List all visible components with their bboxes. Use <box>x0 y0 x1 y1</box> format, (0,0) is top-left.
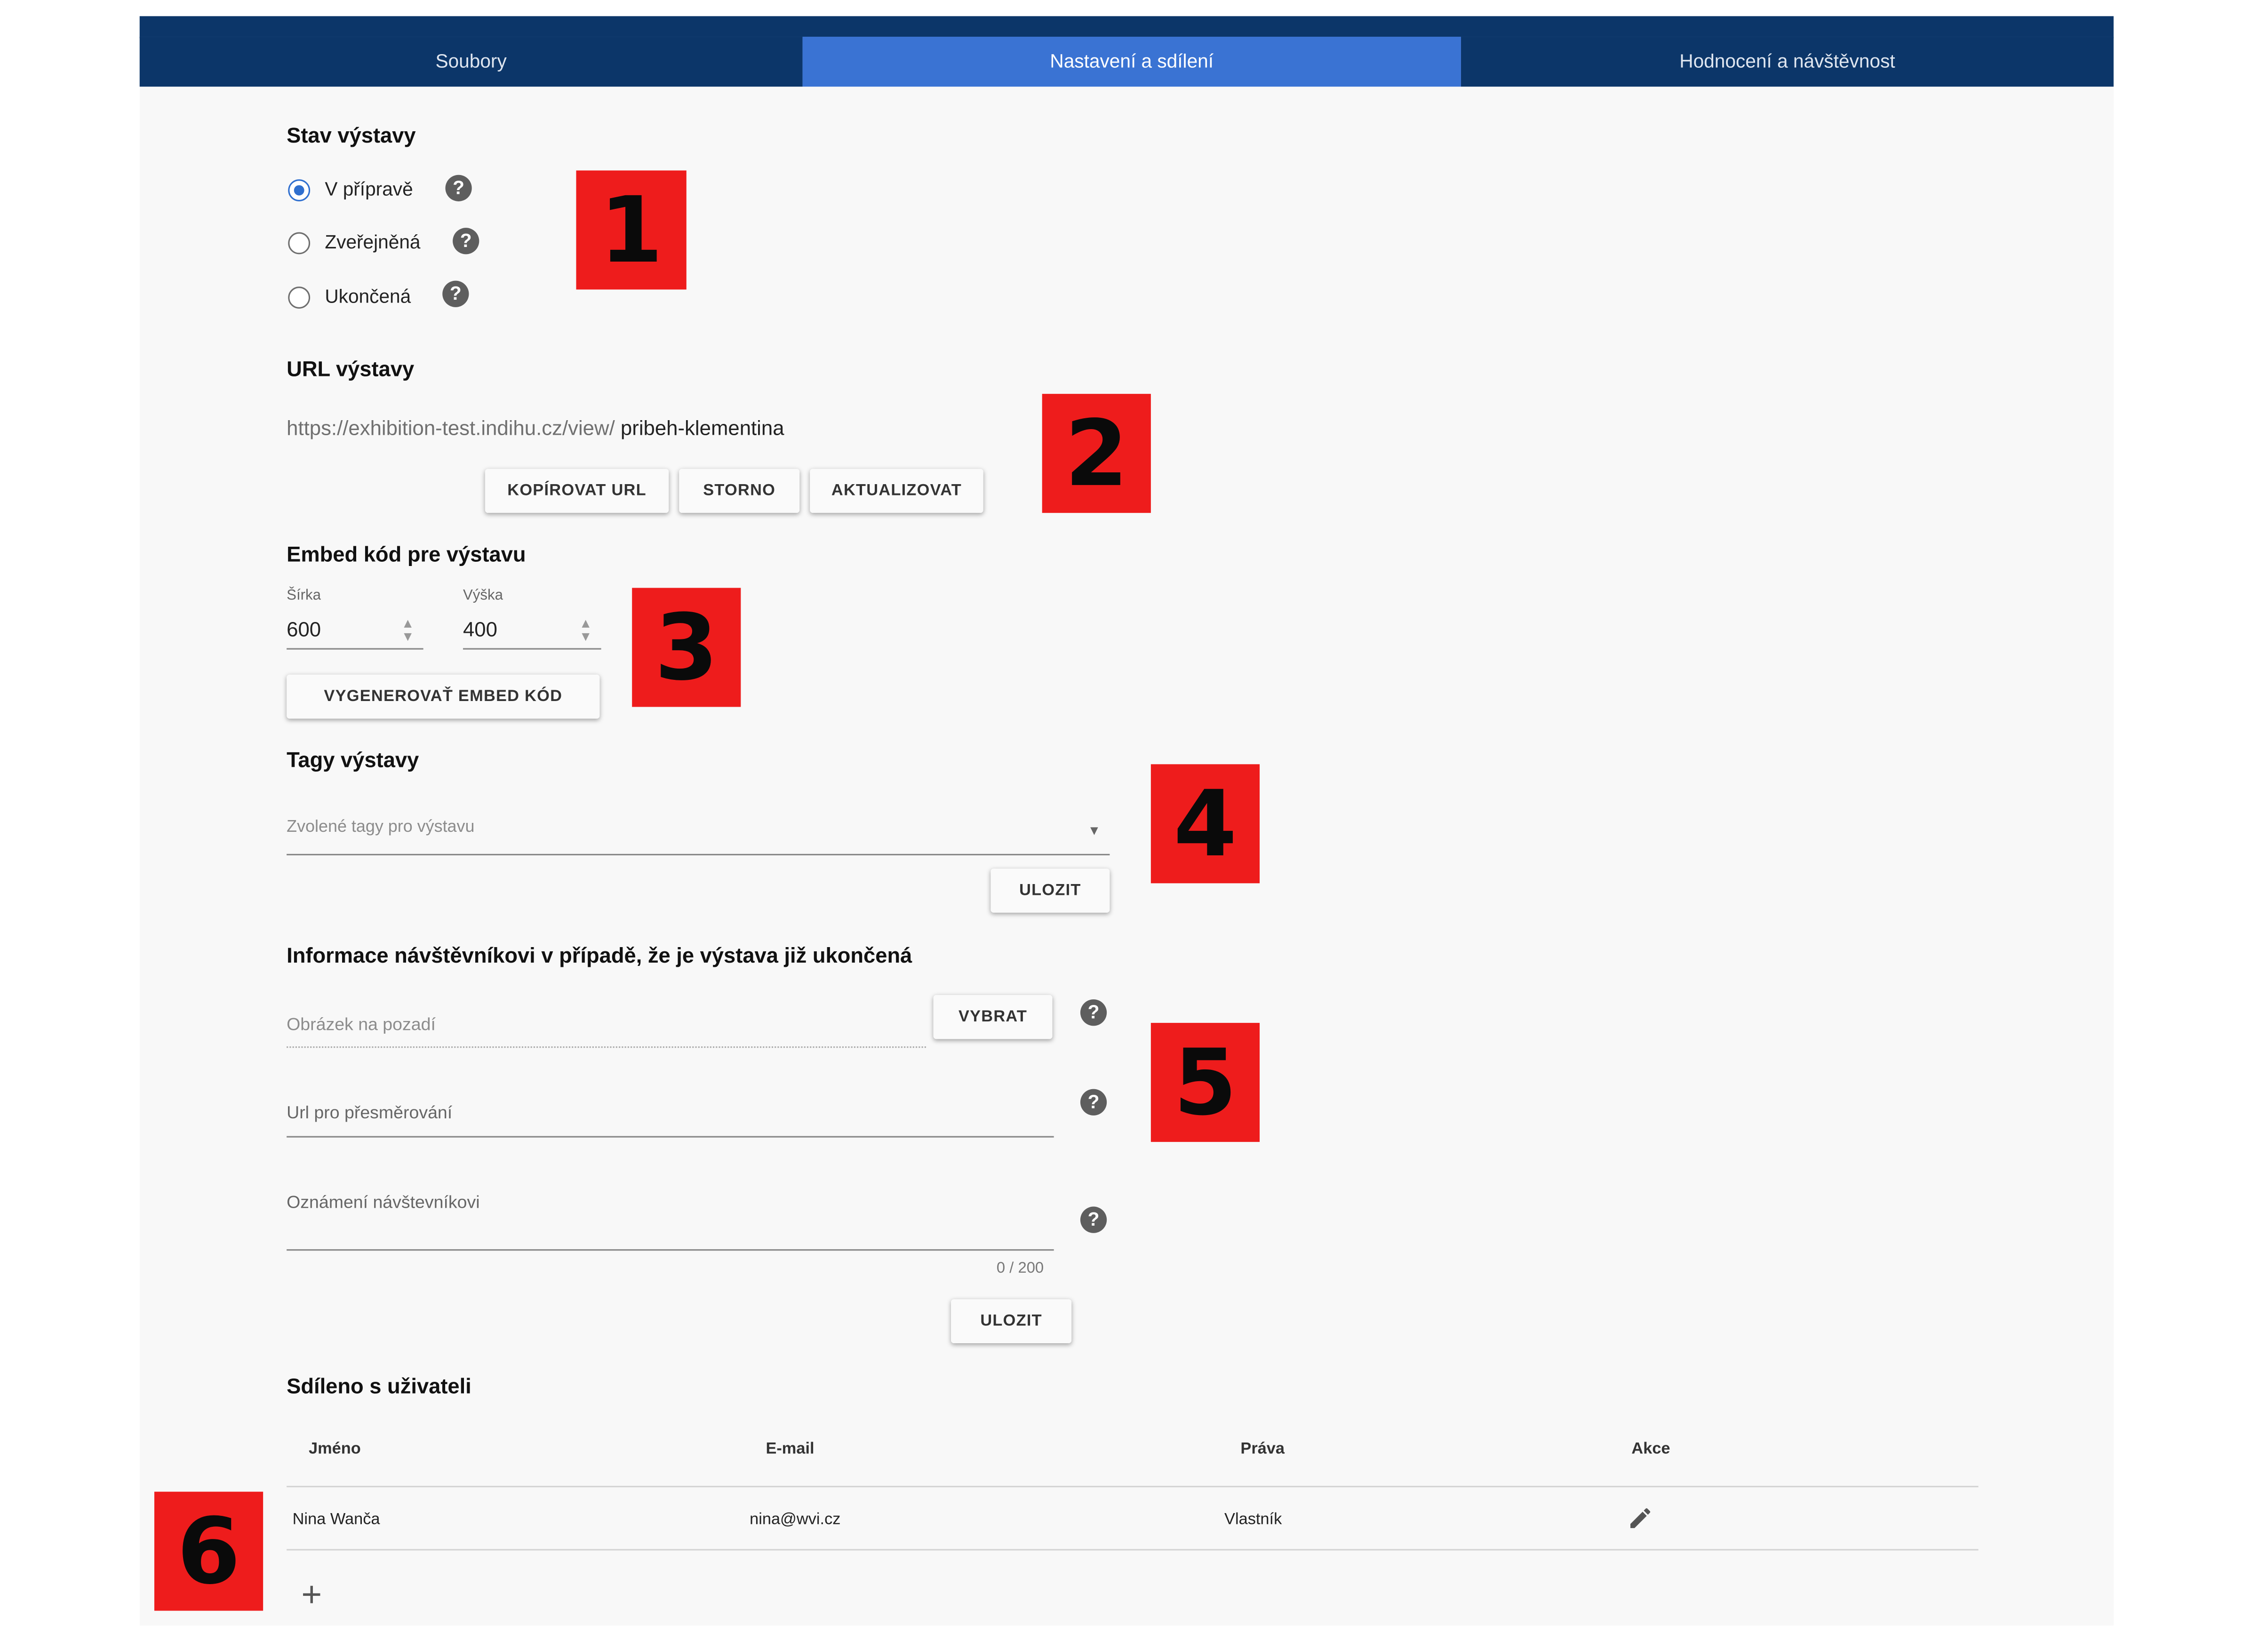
column-header-rights: Práva <box>1240 1440 1285 1458</box>
height-stepper-icon[interactable]: ▲ ▼ <box>579 616 592 644</box>
redirect-underline <box>287 1136 1054 1138</box>
generate-embed-button[interactable]: VYGENEROVAŤ EMBED KÓD <box>287 674 600 719</box>
column-header-email: E-mail <box>766 1440 815 1458</box>
embed-heading: Embed kód pre výstavu <box>287 543 526 567</box>
help-icon[interactable]: ? <box>442 280 469 307</box>
table-divider <box>287 1549 1979 1551</box>
tab-files[interactable]: Soubory <box>139 37 803 87</box>
callout-badge-2: 2 <box>1042 394 1151 513</box>
tab-ratings-traffic[interactable]: Hodnocení a návštěvnost <box>1461 37 2114 87</box>
notice-underline <box>287 1249 1054 1251</box>
character-counter: 0 / 200 <box>996 1259 1044 1277</box>
chevron-down-icon[interactable]: ▼ <box>1088 823 1101 837</box>
update-url-button[interactable]: AKTUALIZOVAT <box>810 469 983 513</box>
cancel-button[interactable]: STORNO <box>679 469 800 513</box>
tab-bar: Soubory Nastavení a sdílení Hodnocení a … <box>139 37 2114 87</box>
callout-badge-6: 6 <box>154 1491 264 1611</box>
url-heading: URL výstavy <box>287 359 415 383</box>
table-row: Nina Wanča nina@wvi.cz Vlastník <box>287 1487 1978 1549</box>
column-header-actions: Akce <box>1631 1440 1670 1458</box>
edit-pencil-icon[interactable] <box>1627 1505 1653 1531</box>
shared-heading: Sdíleno s uživateli <box>287 1375 471 1399</box>
status-label-preparing: V přípravě <box>325 177 413 200</box>
status-heading: Stav výstavy <box>287 125 416 149</box>
column-header-name: Jméno <box>308 1440 361 1458</box>
callout-badge-5: 5 <box>1150 1023 1260 1142</box>
info-heading: Informace návštěvníkovi v případě, že je… <box>287 945 912 969</box>
status-radio-preparing[interactable] <box>288 179 311 201</box>
url-display: https://exhibition-test.indihu.cz/view/ … <box>287 416 784 439</box>
help-icon[interactable]: ? <box>453 228 479 255</box>
embed-height-label: Výška <box>463 588 503 604</box>
user-email: nina@wvi.cz <box>750 1511 841 1529</box>
embed-height-input[interactable]: 400 <box>463 617 497 641</box>
visitor-notice-field[interactable]: Oznámení návštevníkovi <box>287 1192 479 1212</box>
top-bar <box>139 16 2114 39</box>
tab-settings-sharing[interactable]: Nastavení a sdílení <box>802 37 1461 87</box>
status-label-published: Zveřejněná <box>325 231 421 253</box>
help-icon[interactable]: ? <box>445 175 472 201</box>
background-image-field[interactable]: Obrázek na pozadí <box>287 1014 436 1035</box>
copy-url-button[interactable]: KOPÍROVAT URL <box>485 469 669 513</box>
status-label-ended: Ukončená <box>325 285 411 307</box>
save-info-button[interactable]: ULOZIT <box>951 1299 1072 1344</box>
embed-width-label: Šírka <box>287 588 321 604</box>
background-image-underline <box>287 1046 926 1048</box>
width-underline <box>287 648 423 650</box>
height-underline <box>463 648 601 650</box>
user-rights: Vlastník <box>1224 1511 1282 1529</box>
tags-select[interactable]: Zvolené tagy pro výstavu <box>287 819 474 836</box>
app-screen: Soubory Nastavení a sdílení Hodnocení a … <box>0 0 2268 1626</box>
help-icon[interactable]: ? <box>1080 1206 1107 1233</box>
embed-width-input[interactable]: 600 <box>287 617 321 641</box>
callout-badge-3: 3 <box>632 588 741 707</box>
help-icon[interactable]: ? <box>1080 1089 1107 1116</box>
url-slug-input[interactable]: pribeh-klementina <box>621 416 784 439</box>
width-stepper-icon[interactable]: ▲ ▼ <box>401 616 415 644</box>
user-name: Nina Wanča <box>292 1511 380 1529</box>
redirect-url-field[interactable]: Url pro přesměrování <box>287 1102 452 1123</box>
callout-badge-1: 1 <box>576 170 687 290</box>
save-tags-button[interactable]: ULOZIT <box>990 869 1110 913</box>
select-image-button[interactable]: VYBRAT <box>933 995 1053 1039</box>
tags-underline <box>287 853 1110 855</box>
tags-heading: Tagy výstavy <box>287 749 419 773</box>
callout-badge-4: 4 <box>1150 764 1260 884</box>
add-user-icon[interactable]: + <box>301 1578 322 1614</box>
status-radio-ended[interactable] <box>288 287 311 309</box>
url-prefix: https://exhibition-test.indihu.cz/view/ <box>287 416 615 439</box>
status-radio-published[interactable] <box>288 232 311 255</box>
help-icon[interactable]: ? <box>1080 999 1107 1026</box>
